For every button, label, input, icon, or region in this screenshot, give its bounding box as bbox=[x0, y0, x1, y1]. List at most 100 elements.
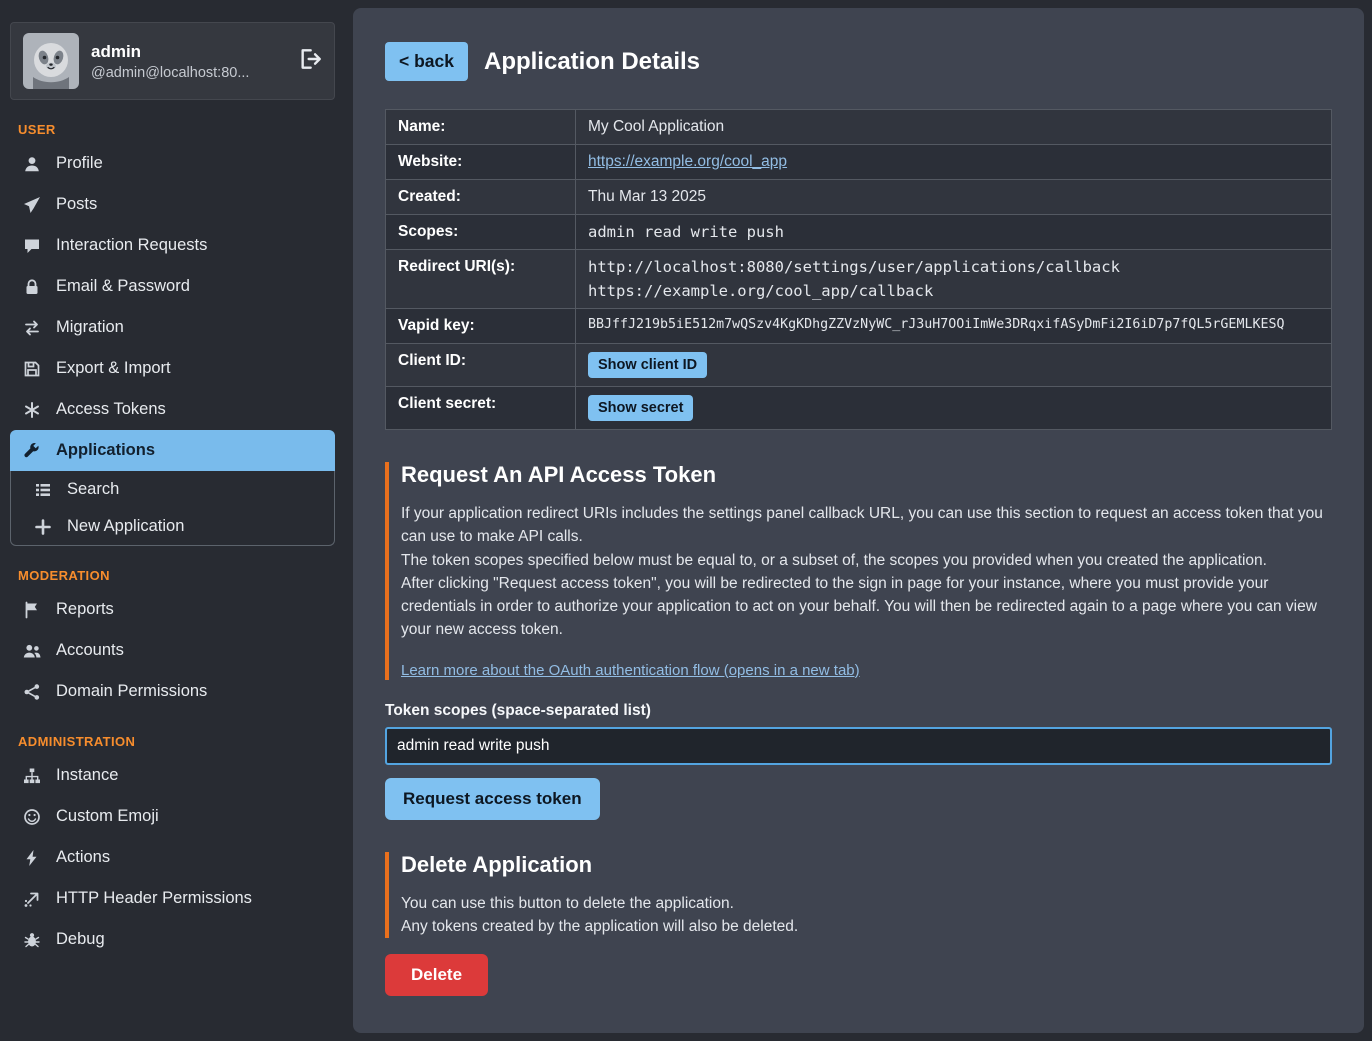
sitemap-icon bbox=[22, 767, 42, 785]
detail-key: Created: bbox=[386, 180, 576, 215]
sidebar-item-label: Email & Password bbox=[56, 277, 190, 296]
arrows-left-right-icon bbox=[22, 319, 42, 337]
sidebar-item-reports[interactable]: Reports bbox=[10, 589, 335, 630]
token-section-paragraph: The token scopes specified below must be… bbox=[401, 549, 1332, 572]
sidebar-item-applications[interactable]: Applications bbox=[10, 430, 335, 471]
sidebar-section-user: USER bbox=[18, 122, 329, 137]
sidebar-item-label: New Application bbox=[67, 517, 184, 536]
avatar bbox=[23, 33, 79, 89]
table-row: Name: My Cool Application bbox=[386, 110, 1332, 145]
website-link[interactable]: https://example.org/cool_app bbox=[588, 153, 787, 170]
token-section-paragraph: After clicking "Request access token", y… bbox=[401, 572, 1332, 642]
sidebar-item-domain-permissions[interactable]: Domain Permissions bbox=[10, 671, 335, 712]
sidebar-item-label: HTTP Header Permissions bbox=[56, 889, 252, 908]
sidebar-section-administration: ADMINISTRATION bbox=[18, 734, 329, 749]
detail-key: Client secret: bbox=[386, 387, 576, 430]
delete-button[interactable]: Delete bbox=[385, 954, 488, 996]
application-details-table: Name: My Cool Application Website: https… bbox=[385, 109, 1332, 430]
user-icon bbox=[22, 155, 42, 173]
back-button[interactable]: < back bbox=[385, 42, 468, 81]
user-card[interactable]: admin @admin@localhost:80... bbox=[10, 22, 335, 100]
user-name: admin bbox=[91, 42, 249, 62]
sidebar-item-new-application[interactable]: New Application bbox=[11, 508, 334, 545]
sidebar-item-profile[interactable]: Profile bbox=[10, 143, 335, 184]
token-section-title: Request An API Access Token bbox=[401, 462, 1332, 488]
sidebar-item-label: Export & Import bbox=[56, 359, 171, 378]
comment-icon bbox=[22, 237, 42, 255]
show-secret-button[interactable]: Show secret bbox=[588, 395, 693, 421]
sidebar-item-label: Domain Permissions bbox=[56, 682, 207, 701]
detail-value: admin read write push bbox=[576, 215, 1332, 250]
delete-section-line: You can use this button to delete the ap… bbox=[401, 892, 1332, 915]
page-header: < back Application Details bbox=[385, 42, 1332, 81]
sidebar-group-applications: Applications Search New Application bbox=[10, 430, 335, 546]
sidebar-item-label: Interaction Requests bbox=[56, 236, 207, 255]
detail-value: BBJffJ219b5iE512m7wQSzv4KgKDhgZZVzNyWC_r… bbox=[576, 309, 1332, 344]
table-row: Client secret: Show secret bbox=[386, 387, 1332, 430]
token-scopes-input[interactable] bbox=[385, 727, 1332, 765]
applications-submenu: Search New Application bbox=[10, 471, 335, 546]
sidebar-item-label: Posts bbox=[56, 195, 97, 214]
sidebar-item-label: Actions bbox=[56, 848, 110, 867]
oauth-docs-link[interactable]: Learn more about the OAuth authenticatio… bbox=[401, 662, 860, 679]
detail-value: Show secret bbox=[576, 387, 1332, 430]
sidebar-section-moderation: MODERATION bbox=[18, 568, 329, 583]
logout-icon[interactable] bbox=[298, 47, 322, 76]
sidebar-item-label: Reports bbox=[56, 600, 114, 619]
detail-key: Scopes: bbox=[386, 215, 576, 250]
asterisk-icon bbox=[22, 401, 42, 419]
flag-icon bbox=[22, 601, 42, 619]
sidebar-item-interaction-requests[interactable]: Interaction Requests bbox=[10, 225, 335, 266]
sidebar-item-actions[interactable]: Actions bbox=[10, 837, 335, 878]
sidebar-item-label: Applications bbox=[56, 441, 155, 460]
user-meta: admin @admin@localhost:80... bbox=[91, 42, 249, 81]
sidebar-item-instance[interactable]: Instance bbox=[10, 755, 335, 796]
detail-key: Website: bbox=[386, 145, 576, 180]
sidebar-item-accounts[interactable]: Accounts bbox=[10, 630, 335, 671]
sidebar-item-search[interactable]: Search bbox=[11, 471, 334, 508]
sidebar-item-posts[interactable]: Posts bbox=[10, 184, 335, 225]
plus-icon bbox=[33, 518, 53, 536]
sidebar-item-label: Debug bbox=[56, 930, 105, 949]
wrench-icon bbox=[22, 442, 42, 460]
bug-icon bbox=[22, 931, 42, 949]
table-row: Scopes: admin read write push bbox=[386, 215, 1332, 250]
users-icon bbox=[22, 642, 42, 660]
detail-key: Vapid key: bbox=[386, 309, 576, 344]
list-icon bbox=[33, 481, 53, 499]
sidebar-item-export-import[interactable]: Export & Import bbox=[10, 348, 335, 389]
detail-value: Thu Mar 13 2025 bbox=[576, 180, 1332, 215]
sidebar-item-migration[interactable]: Migration bbox=[10, 307, 335, 348]
detail-value: My Cool Application bbox=[576, 110, 1332, 145]
sidebar-item-label: Search bbox=[67, 480, 119, 499]
show-client-id-button[interactable]: Show client ID bbox=[588, 352, 707, 378]
token-section-paragraph: If your application redirect URIs includ… bbox=[401, 502, 1332, 549]
table-row: Vapid key: BBJffJ219b5iE512m7wQSzv4KgKDh… bbox=[386, 309, 1332, 344]
detail-value: http://localhost:8080/settings/user/appl… bbox=[576, 250, 1332, 309]
token-section: Request An API Access Token If your appl… bbox=[385, 462, 1332, 680]
sidebar-item-label: Instance bbox=[56, 766, 118, 785]
sidebar-item-http-header-permissions[interactable]: HTTP Header Permissions bbox=[10, 878, 335, 919]
paper-plane-icon bbox=[22, 196, 42, 214]
smile-icon bbox=[22, 808, 42, 826]
sidebar-item-label: Profile bbox=[56, 154, 103, 173]
request-access-token-button[interactable]: Request access token bbox=[385, 778, 600, 820]
sidebar-item-debug[interactable]: Debug bbox=[10, 919, 335, 960]
sidebar-item-label: Migration bbox=[56, 318, 124, 337]
floppy-icon bbox=[22, 360, 42, 378]
detail-key: Client ID: bbox=[386, 344, 576, 387]
redirect-uri: http://localhost:8080/settings/user/appl… bbox=[588, 258, 1319, 276]
delete-section-line: Any tokens created by the application wi… bbox=[401, 915, 1332, 938]
sidebar-item-email-password[interactable]: Email & Password bbox=[10, 266, 335, 307]
table-row: Website: https://example.org/cool_app bbox=[386, 145, 1332, 180]
sidebar-item-custom-emoji[interactable]: Custom Emoji bbox=[10, 796, 335, 837]
user-handle: @admin@localhost:80... bbox=[91, 65, 249, 81]
share-nodes-icon bbox=[22, 683, 42, 701]
arrow-up-right-dots-icon bbox=[22, 890, 42, 908]
bolt-icon bbox=[22, 849, 42, 867]
sidebar-item-access-tokens[interactable]: Access Tokens bbox=[10, 389, 335, 430]
detail-value: Show client ID bbox=[576, 344, 1332, 387]
detail-value: https://example.org/cool_app bbox=[576, 145, 1332, 180]
sidebar-item-label: Custom Emoji bbox=[56, 807, 159, 826]
sidebar-item-label: Accounts bbox=[56, 641, 124, 660]
